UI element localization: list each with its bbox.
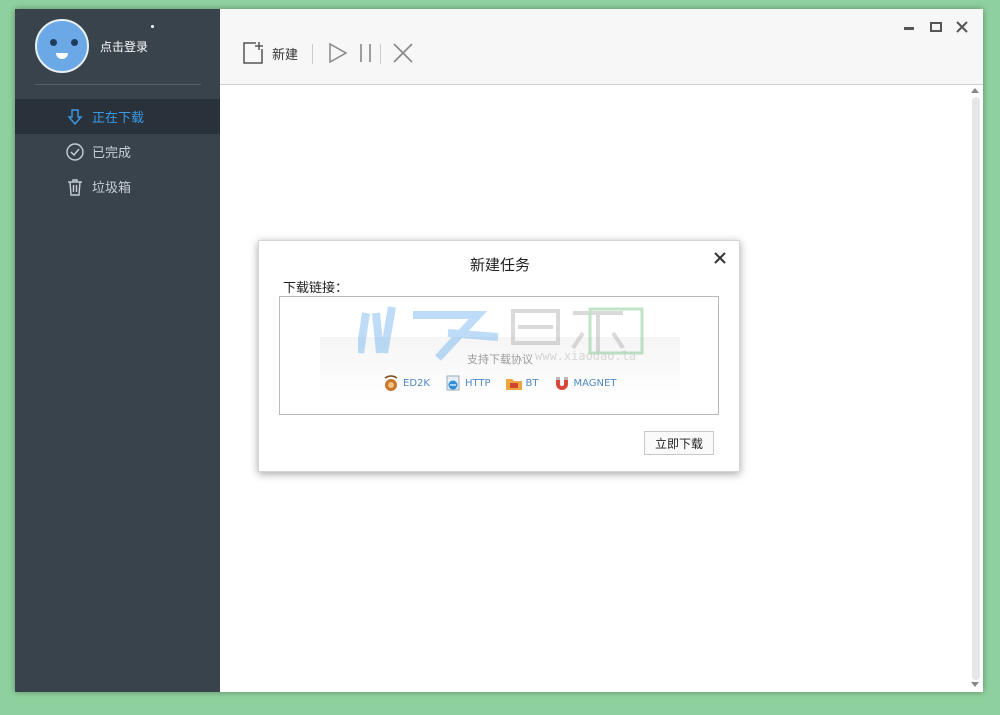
protocol-http: HTTP [444, 374, 491, 392]
sidebar-item-completed[interactable]: 已完成 [15, 134, 220, 169]
new-file-icon [243, 42, 263, 64]
avatar-mouth [56, 53, 68, 59]
protocol-label: ED2K [403, 377, 430, 389]
sidebar-nav: 正在下载 已完成 垃圾箱 [15, 99, 220, 204]
check-circle-icon [65, 142, 85, 162]
sidebar-item-label: 垃圾箱 [92, 181, 132, 196]
profile-area: 点击登录 [15, 9, 220, 89]
scroll-down-arrow-icon[interactable] [971, 682, 979, 687]
pause-button[interactable] [358, 42, 374, 64]
close-x-icon [393, 43, 413, 63]
toolbar: 新建 [220, 9, 983, 85]
close-icon [714, 252, 726, 264]
watermark-url: www.xiaodao.la [535, 349, 637, 363]
minimize-icon [904, 27, 914, 30]
protocol-label: HTTP [464, 377, 491, 389]
download-arrow-icon [65, 107, 85, 127]
dialog-close-button[interactable] [714, 252, 726, 264]
sidebar-item-trash[interactable]: 垃圾箱 [15, 169, 220, 204]
start-button[interactable] [328, 42, 348, 64]
close-window-button[interactable] [955, 20, 969, 34]
play-icon [329, 42, 348, 64]
protocol-list: ED2K HTTP BT MAGNET [382, 374, 616, 392]
login-link[interactable]: 点击登录 [100, 38, 148, 55]
maximize-icon [930, 22, 942, 32]
dialog-title: 新建任务 [469, 256, 530, 274]
sidebar-item-label: 已完成 [92, 146, 132, 161]
pause-icon [360, 44, 371, 62]
sidebar-divider [35, 84, 201, 85]
maximize-button[interactable] [929, 20, 943, 34]
new-task-label: 新建 [272, 47, 299, 63]
protocol-label: MAGNET [573, 377, 617, 389]
notice-dot [151, 25, 154, 28]
scroll-up-arrow-icon[interactable] [971, 88, 979, 93]
avatar-eye-right [71, 39, 78, 46]
download-now-button[interactable]: 立即下载 [644, 431, 714, 455]
toolbar-separator [380, 44, 381, 64]
scrollbar-thumb[interactable] [972, 97, 980, 680]
new-task-dialog: 新建任务 下载链接： 支持下载协议 www.xiaodao.la ED2K HT… [258, 240, 740, 472]
link-input[interactable]: 支持下载协议 www.xiaodao.la ED2K HTTP BT MAGNE… [279, 296, 719, 415]
bt-folder-icon [505, 379, 522, 390]
protocol-ed2k: ED2K [382, 374, 430, 392]
ed2k-icon [384, 375, 398, 391]
new-task-button[interactable]: 新建 [242, 41, 298, 65]
delete-button[interactable] [392, 42, 414, 64]
protocol-label: BT [525, 377, 539, 389]
protocol-magnet: MAGNET [553, 374, 617, 392]
sidebar-item-label: 正在下载 [92, 111, 145, 126]
avatar-eye-left [50, 39, 57, 46]
close-icon [956, 21, 968, 33]
sidebar: 点击登录 正在下载 已完成 垃圾箱 [15, 9, 220, 692]
toolbar-separator [312, 44, 313, 64]
protocol-bt: BT [505, 374, 539, 392]
avatar[interactable] [35, 19, 89, 73]
link-label: 下载链接： [283, 281, 349, 296]
http-icon [446, 375, 460, 391]
magnet-icon [555, 377, 568, 390]
supported-protocols-hint: 支持下载协议 [467, 353, 533, 366]
minimize-button[interactable] [902, 20, 916, 34]
trash-icon [65, 177, 85, 197]
sidebar-item-downloading[interactable]: 正在下载 [15, 99, 220, 134]
vertical-scrollbar[interactable] [970, 87, 980, 689]
